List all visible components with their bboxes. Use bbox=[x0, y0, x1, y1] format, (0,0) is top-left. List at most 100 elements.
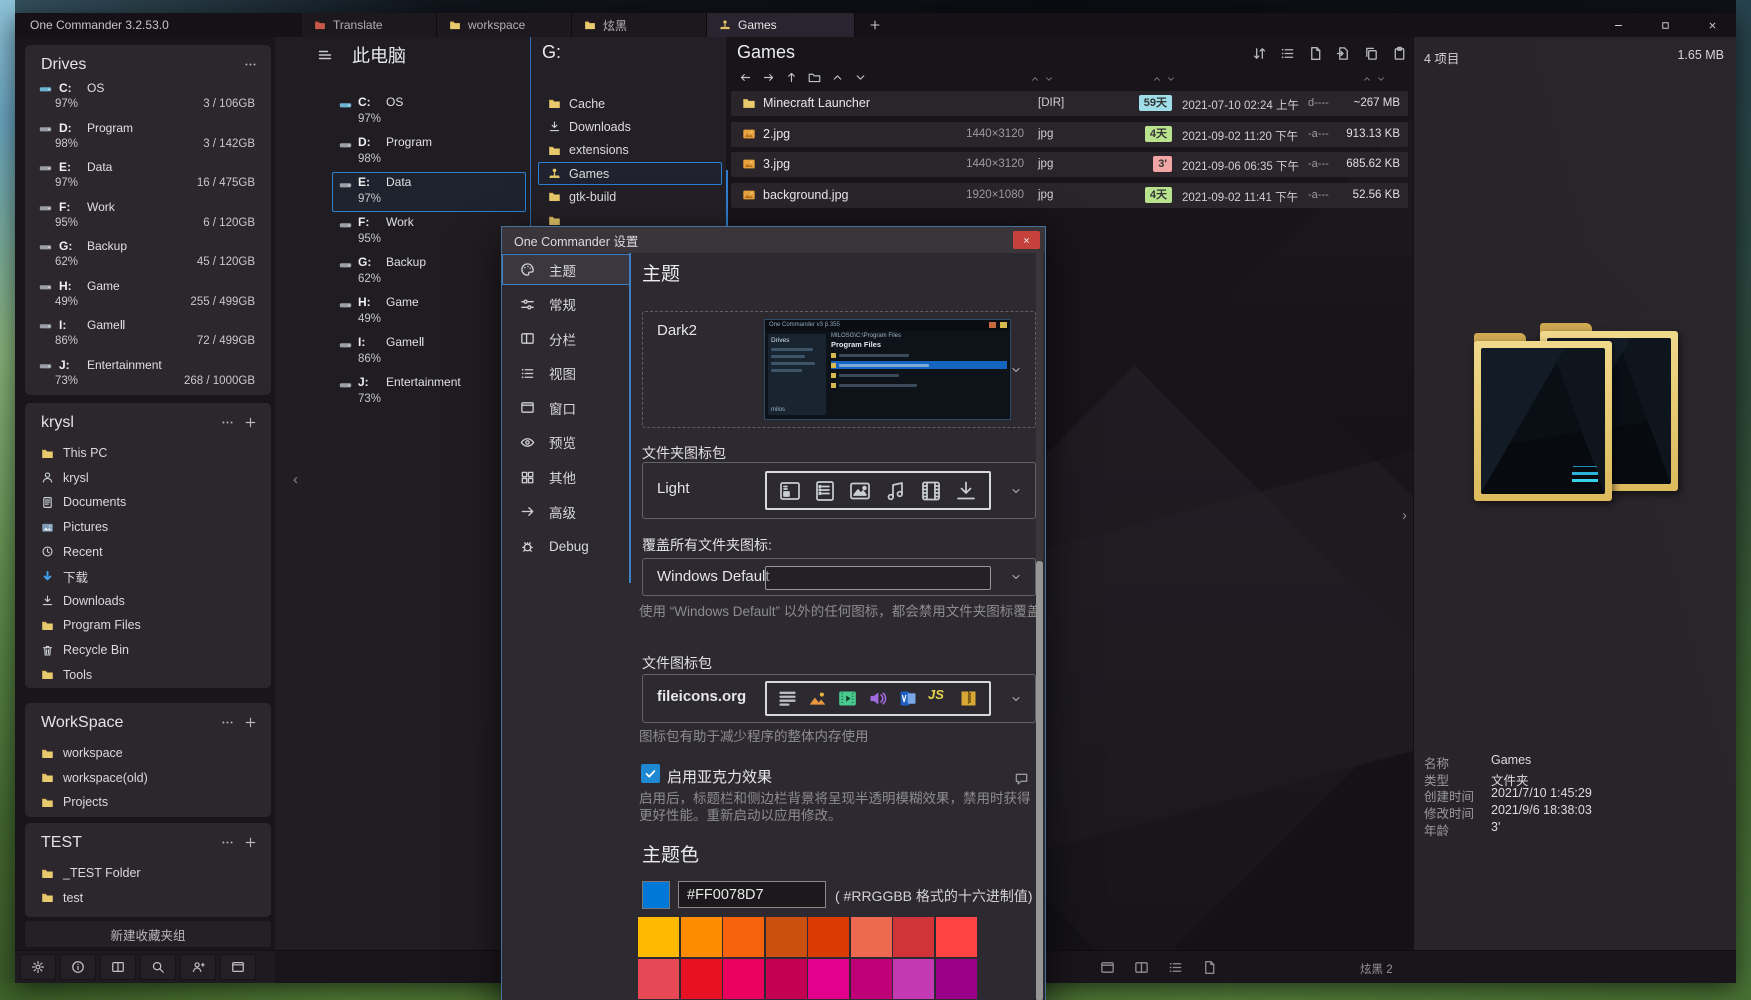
folder-row[interactable]: Downloads bbox=[530, 115, 726, 138]
drive-row[interactable]: D: Program 98% bbox=[332, 132, 526, 172]
folder-pack-selector[interactable]: Light bbox=[642, 462, 1036, 519]
palette-swatch[interactable] bbox=[681, 959, 722, 999]
folder-row[interactable]: Cache bbox=[530, 92, 726, 115]
sort-toggle-age[interactable] bbox=[1152, 74, 1176, 84]
dialog-close-button[interactable] bbox=[1013, 231, 1040, 249]
favorite-item[interactable]: Pictures bbox=[25, 515, 271, 540]
tab-workspace[interactable]: workspace bbox=[437, 13, 572, 37]
sort-toggle-dims[interactable] bbox=[1030, 74, 1054, 84]
palette-swatch[interactable] bbox=[851, 917, 892, 957]
drive-row[interactable]: J: Entertainment 73% bbox=[332, 372, 526, 412]
favorite-item[interactable]: Recycle Bin bbox=[25, 638, 271, 663]
favorite-item[interactable]: 下载 bbox=[25, 564, 271, 589]
chevron-down-icon[interactable] bbox=[1010, 693, 1022, 705]
settings-nav-item[interactable]: 视图 bbox=[502, 358, 630, 389]
pane-toolbar-icon[interactable] bbox=[1392, 46, 1407, 61]
favorite-item[interactable]: Tools bbox=[25, 662, 271, 687]
palette-swatch[interactable] bbox=[723, 959, 764, 999]
drive-row[interactable]: F: Work 95% 6 / 120GB bbox=[25, 197, 271, 237]
view-toggle-icon[interactable] bbox=[1134, 960, 1149, 975]
toolbar-button[interactable] bbox=[140, 954, 176, 980]
favorite-item[interactable]: krysl bbox=[25, 466, 271, 491]
drive-row[interactable]: E: Data 97% bbox=[332, 172, 526, 212]
hamburger-menu-icon[interactable] bbox=[317, 47, 333, 63]
toolbar-button[interactable] bbox=[100, 954, 136, 980]
drive-row[interactable]: G: Backup 62% 45 / 120GB bbox=[25, 236, 271, 276]
group-add-icon[interactable] bbox=[244, 836, 257, 849]
drive-row[interactable]: J: Entertainment 73% 268 / 1000GB bbox=[25, 355, 271, 395]
file-row[interactable]: background.jpg 1920×1080 jpg 4天 2021-09-… bbox=[731, 183, 1408, 208]
chevron-down-icon[interactable] bbox=[1010, 571, 1022, 583]
theme-selector[interactable]: Dark2 One Commander v3 β.355 Drives milo… bbox=[642, 311, 1036, 428]
file-pack-selector[interactable]: fileicons.org JS bbox=[642, 674, 1036, 723]
folder-row[interactable]: gtk-build bbox=[530, 185, 726, 208]
palette-swatch[interactable] bbox=[723, 917, 764, 957]
favorite-item[interactable]: Downloads bbox=[25, 589, 271, 614]
toolbar-button[interactable] bbox=[60, 954, 96, 980]
dialog-titlebar[interactable]: One Commander 设置 bbox=[502, 227, 1045, 253]
nav-icon[interactable] bbox=[785, 71, 798, 84]
nav-icon[interactable] bbox=[854, 71, 867, 84]
toolbar-button[interactable] bbox=[20, 954, 56, 980]
view-toggle-icon[interactable] bbox=[1100, 960, 1115, 975]
nav-icon[interactable] bbox=[739, 71, 752, 84]
settings-nav-item[interactable]: 常规 bbox=[502, 289, 630, 320]
folder-row[interactable]: extensions bbox=[530, 139, 726, 162]
pane-toolbar-icon[interactable] bbox=[1308, 46, 1323, 61]
drive-row[interactable]: H: Game 49% bbox=[332, 292, 526, 332]
file-row[interactable]: Minecraft Launcher [DIR] 59天 2021-07-10 … bbox=[731, 91, 1408, 116]
pane-toolbar-icon[interactable] bbox=[1336, 46, 1351, 61]
chevron-down-icon[interactable] bbox=[1010, 364, 1022, 376]
palette-swatch[interactable] bbox=[766, 917, 807, 957]
drive-row[interactable]: C: OS 97% bbox=[332, 92, 526, 132]
current-color-swatch[interactable] bbox=[642, 881, 670, 909]
drive-row[interactable]: I: GameⅡ 86% 72 / 499GB bbox=[25, 315, 271, 355]
palette-swatch[interactable] bbox=[893, 917, 934, 957]
group-menu-icon[interactable] bbox=[221, 416, 234, 429]
collapse-left-chevron[interactable]: ‹ bbox=[293, 472, 298, 487]
override-selector[interactable]: Windows Default bbox=[642, 558, 1036, 596]
settings-nav-item[interactable]: 高级 bbox=[502, 496, 630, 527]
toolbar-button[interactable] bbox=[180, 954, 216, 980]
favorite-item[interactable]: Program Files bbox=[25, 613, 271, 638]
theme-switcher-label[interactable]: 炫黑 2 bbox=[1360, 961, 1393, 977]
drive-row[interactable]: G: Backup 62% bbox=[332, 252, 526, 292]
scrollbar-thumb[interactable] bbox=[1036, 561, 1043, 1000]
favorite-item[interactable]: test bbox=[25, 886, 271, 911]
palette-swatch[interactable] bbox=[638, 959, 679, 999]
favorite-item[interactable]: Projects bbox=[25, 790, 271, 815]
file-row[interactable]: 2.jpg 1440×3120 jpg 4天 2021-09-02 11:20 … bbox=[731, 122, 1408, 147]
maximize-button[interactable] bbox=[1643, 13, 1687, 37]
favorite-item[interactable]: This PC bbox=[25, 441, 271, 466]
folder-row[interactable]: Games bbox=[538, 162, 722, 185]
drive-row[interactable]: H: Game 49% 255 / 499GB bbox=[25, 276, 271, 316]
drive-row[interactable]: I: GameⅡ 86% bbox=[332, 332, 526, 372]
view-toggle-icon[interactable] bbox=[1168, 960, 1183, 975]
color-hex-input[interactable] bbox=[678, 881, 826, 908]
close-button[interactable] bbox=[1690, 13, 1734, 37]
nav-icon[interactable] bbox=[762, 71, 775, 84]
settings-nav-item[interactable]: 分栏 bbox=[502, 323, 630, 354]
drives-menu-icon[interactable] bbox=[244, 58, 257, 71]
settings-nav-item[interactable]: 其他 bbox=[502, 462, 630, 493]
palette-swatch[interactable] bbox=[936, 959, 977, 999]
view-toggle-icon[interactable] bbox=[1202, 960, 1217, 975]
acrylic-checkbox[interactable] bbox=[641, 764, 660, 783]
tab-translate[interactable]: Translate bbox=[302, 13, 437, 37]
chevron-down-icon[interactable] bbox=[1010, 485, 1022, 497]
palette-swatch[interactable] bbox=[808, 959, 849, 999]
favorite-item[interactable]: _TEST Folder bbox=[25, 861, 271, 886]
palette-swatch[interactable] bbox=[638, 917, 679, 957]
pane-toolbar-icon[interactable] bbox=[1252, 46, 1267, 61]
comment-icon[interactable] bbox=[1014, 771, 1029, 786]
favorite-item[interactable]: Documents bbox=[25, 490, 271, 515]
override-input[interactable] bbox=[765, 566, 991, 590]
nav-icon[interactable] bbox=[831, 71, 844, 84]
drive-row[interactable]: E: Data 97% 16 / 475GB bbox=[25, 157, 271, 197]
palette-swatch[interactable] bbox=[851, 959, 892, 999]
tab-games[interactable]: Games bbox=[707, 13, 855, 37]
drive-row[interactable]: C: OS 97% 3 / 106GB bbox=[25, 78, 271, 118]
toolbar-button[interactable] bbox=[220, 954, 256, 980]
group-menu-icon[interactable] bbox=[221, 836, 234, 849]
minimize-button[interactable] bbox=[1596, 13, 1640, 37]
